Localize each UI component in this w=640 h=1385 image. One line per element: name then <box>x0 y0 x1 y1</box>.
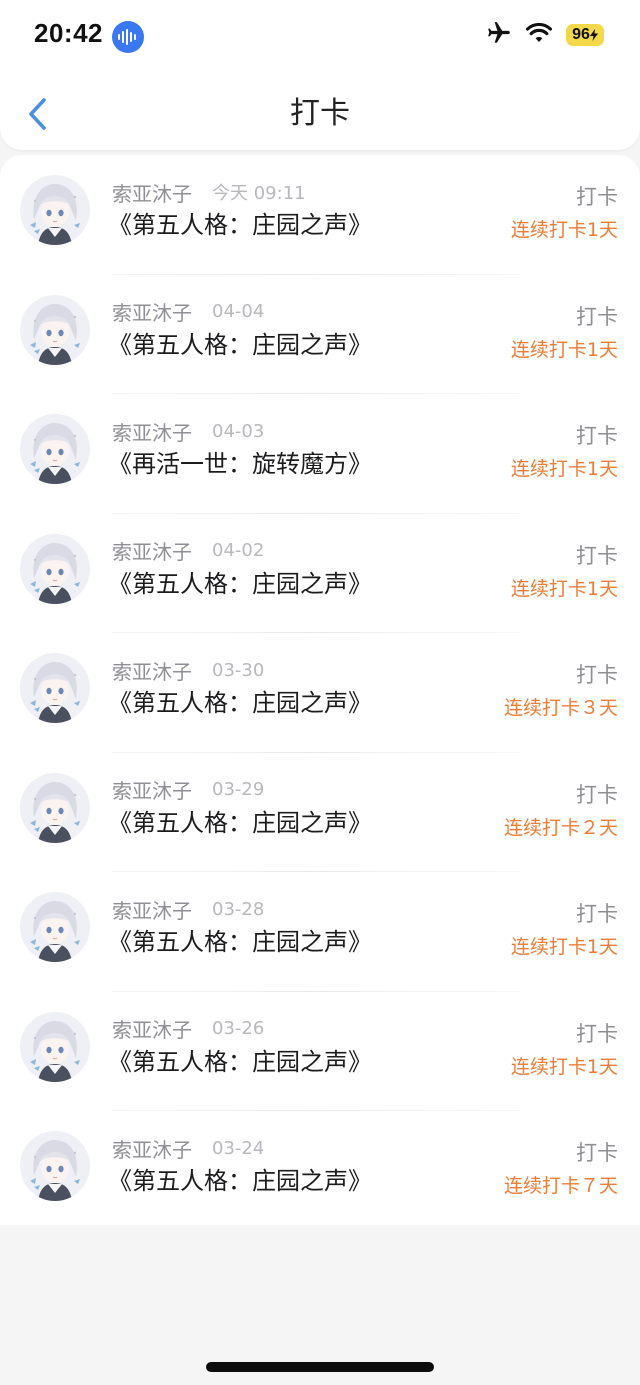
checkin-row[interactable]: 索亚沐子 04-03 《再活一世：旋转魔方》 打卡 连续打卡1天 <box>0 394 640 514</box>
username: 索亚沐子 <box>112 420 192 445</box>
game-title[interactable]: 《再活一世：旋转魔方》 <box>108 448 372 480</box>
checkin-row[interactable]: 索亚沐子 03-28 《第五人格：庄园之声》 打卡 连续打卡1天 <box>0 872 640 992</box>
waveform-icon[interactable] <box>112 21 144 53</box>
checkin-date: 今天 09:11 <box>212 183 306 204</box>
game-title[interactable]: 《第五人格：庄园之声》 <box>108 926 372 958</box>
game-title[interactable]: 《第五人格：庄园之声》 <box>108 568 372 600</box>
game-title[interactable]: 《第五人格：庄园之声》 <box>108 807 372 839</box>
checkin-row[interactable]: 索亚沐子 04-04 《第五人格：庄园之声》 打卡 连续打卡1天 <box>0 275 640 394</box>
row-meta: 索亚沐子 03-30 <box>112 657 265 684</box>
checkin-row[interactable]: 索亚沐子 04-02 《第五人格：庄园之声》 打卡 连续打卡1天 <box>0 514 640 633</box>
charging-bolt-icon <box>589 29 598 41</box>
avatar[interactable] <box>20 1131 90 1201</box>
game-title[interactable]: 《第五人格：庄园之声》 <box>108 1165 372 1197</box>
checkin-action-label: 打卡 <box>576 424 618 448</box>
checkin-row[interactable]: 索亚沐子 03-24 《第五人格：庄园之声》 打卡 连续打卡７天 <box>0 1111 640 1225</box>
status-icons: 96 <box>486 20 604 50</box>
checkin-row[interactable]: 索亚沐子 03-29 《第五人格：庄园之声》 打卡 连续打卡２天 <box>0 753 640 872</box>
battery-level: 96 <box>572 26 590 43</box>
checkin-date: 03-24 <box>212 1137 265 1159</box>
avatar[interactable] <box>20 1011 90 1082</box>
checkin-date: 03-29 <box>212 779 265 800</box>
checkin-date: 03-28 <box>212 898 265 920</box>
username: 索亚沐子 <box>112 1137 192 1162</box>
page-title: 打卡 <box>290 96 350 131</box>
avatar[interactable] <box>20 533 90 604</box>
checkin-action-label: 打卡 <box>576 1141 618 1165</box>
status-bar: 20:42 96 <box>0 0 640 70</box>
checkin-row[interactable]: 索亚沐子 03-26 《第五人格：庄园之声》 打卡 连续打卡1天 <box>0 992 640 1111</box>
avatar[interactable] <box>20 892 90 962</box>
username: 索亚沐子 <box>112 1018 192 1042</box>
row-meta: 索亚沐子 03-29 <box>112 777 264 803</box>
checkin-date: 03-26 <box>212 1018 265 1039</box>
streak-label: 连续打卡２天 <box>503 816 618 839</box>
checkin-action-label: 打卡 <box>576 304 618 329</box>
username: 索亚沐子 <box>112 301 192 325</box>
streak-label: 连续打卡1天 <box>510 458 618 480</box>
game-title[interactable]: 《第五人格：庄园之声》 <box>108 329 372 361</box>
checkin-action-label: 打卡 <box>576 1021 618 1046</box>
checkin-row[interactable]: 索亚沐子 03-30 《第五人格：庄园之声》 打卡 连续打卡３天 <box>0 633 640 753</box>
streak-label: 连续打卡1天 <box>510 1055 618 1078</box>
row-meta: 索亚沐子 03-24 <box>112 1135 265 1162</box>
checkin-action-label: 打卡 <box>576 782 618 807</box>
streak-label: 连续打卡1天 <box>510 219 618 241</box>
username: 索亚沐子 <box>112 181 192 206</box>
streak-label: 连续打卡1天 <box>510 936 618 958</box>
row-meta: 索亚沐子 04-03 <box>112 418 265 445</box>
checkin-date: 04-04 <box>212 301 265 322</box>
game-title[interactable]: 《第五人格：庄园之声》 <box>108 1046 372 1078</box>
username: 索亚沐子 <box>112 898 192 923</box>
status-time: 20:42 <box>34 18 103 48</box>
game-title[interactable]: 《第五人格：庄园之声》 <box>108 209 372 241</box>
checkin-action-label: 打卡 <box>576 185 618 209</box>
game-title[interactable]: 《第五人格：庄园之声》 <box>108 687 372 719</box>
username: 索亚沐子 <box>112 540 192 564</box>
header-card: 20:42 96 打卡 <box>0 0 640 150</box>
avatar[interactable] <box>20 175 90 245</box>
wifi-icon <box>526 22 552 48</box>
streak-label: 连续打卡1天 <box>510 338 618 361</box>
checkin-row[interactable]: 索亚沐子 今天 09:11 《第五人格：庄园之声》 打卡 连续打卡1天 <box>0 155 640 275</box>
airplane-icon <box>486 20 512 50</box>
checkin-action-label: 打卡 <box>576 543 618 568</box>
row-meta: 索亚沐子 04-04 <box>112 299 264 325</box>
streak-label: 连续打卡３天 <box>503 697 618 719</box>
row-meta: 索亚沐子 03-28 <box>112 896 265 923</box>
nav-bar: 打卡 <box>0 78 640 150</box>
avatar[interactable] <box>20 294 90 365</box>
username: 索亚沐子 <box>112 779 192 803</box>
home-indicator[interactable] <box>206 1362 434 1372</box>
checkin-date: 04-02 <box>212 540 265 561</box>
avatar[interactable] <box>20 772 90 843</box>
checkin-date: 03-30 <box>212 659 265 681</box>
avatar[interactable] <box>20 414 90 484</box>
avatar[interactable] <box>20 653 90 723</box>
checkin-date: 04-03 <box>212 420 265 442</box>
row-meta: 索亚沐子 04-02 <box>112 538 264 564</box>
streak-label: 连续打卡７天 <box>503 1175 618 1197</box>
battery-indicator: 96 <box>566 24 604 46</box>
checkin-action-label: 打卡 <box>576 663 618 687</box>
row-meta: 索亚沐子 03-26 <box>112 1016 264 1042</box>
streak-label: 连续打卡1天 <box>510 577 618 600</box>
checkin-action-label: 打卡 <box>576 902 618 926</box>
checkin-list: 索亚沐子 今天 09:11 《第五人格：庄园之声》 打卡 连续打卡1天 索亚沐子… <box>0 155 640 1225</box>
username: 索亚沐子 <box>112 659 192 684</box>
row-meta: 索亚沐子 今天 09:11 <box>112 179 306 206</box>
